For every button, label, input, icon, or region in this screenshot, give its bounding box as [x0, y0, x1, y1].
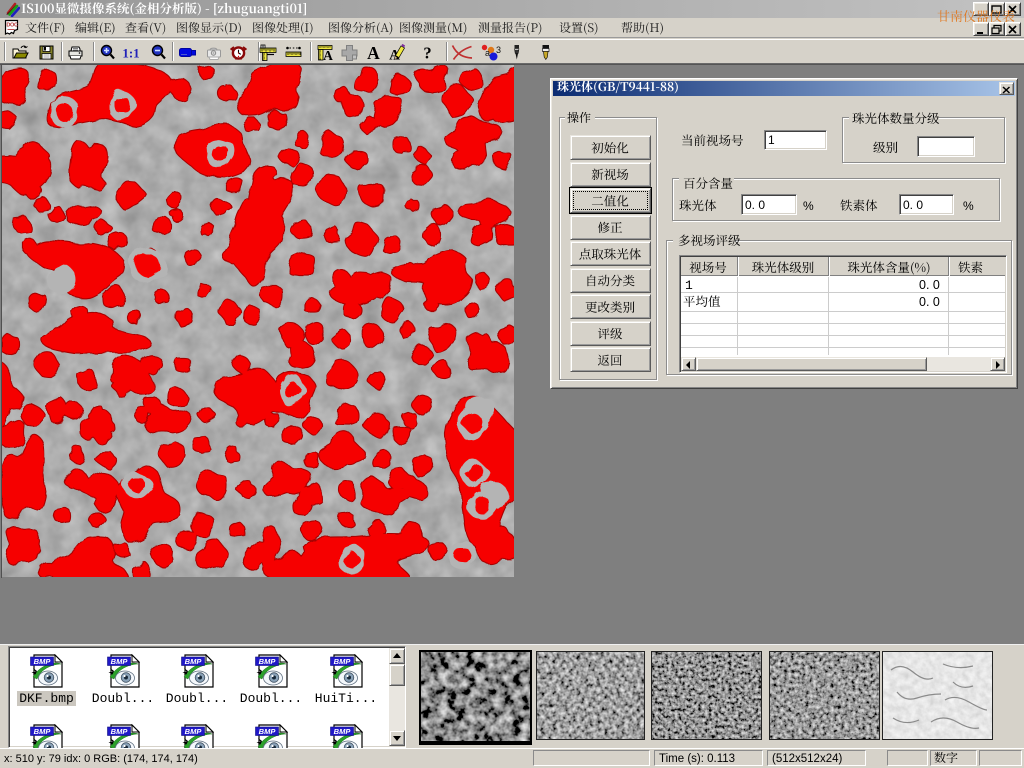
svg-text:3: 3 [496, 45, 501, 55]
svg-text:A: A [367, 44, 380, 61]
svg-text:a: a [485, 48, 490, 58]
svg-text:DOC: DOC [6, 23, 18, 29]
svg-text:A: A [323, 48, 333, 61]
svg-text:1:1: 1:1 [122, 46, 139, 61]
svg-text:?: ? [423, 44, 431, 61]
